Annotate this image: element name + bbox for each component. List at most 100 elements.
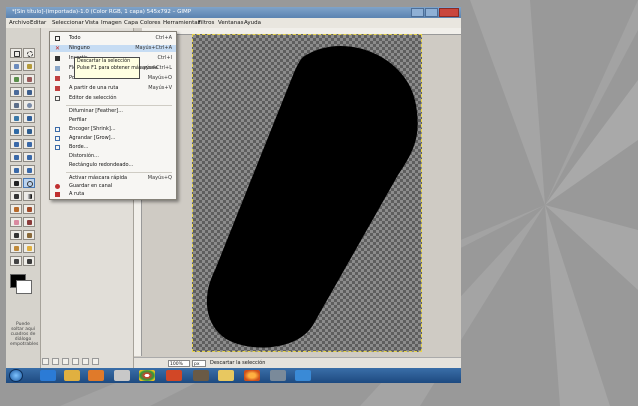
menu-item-todo[interactable]: Todo Ctrl+A [50,35,176,42]
tool-color-select[interactable] [10,74,22,84]
menu-herramientas[interactable]: Herramientas [163,18,200,28]
tool-blur[interactable] [23,256,35,266]
tool-cage[interactable] [23,165,35,175]
menu-item-agrandar[interactable]: Agrandar [Grow]... [50,135,176,142]
unit-select[interactable]: px [192,360,206,367]
tool-pencil[interactable] [10,204,22,214]
tool-flip[interactable] [10,165,22,175]
media-player-icon[interactable] [88,370,104,381]
select-all-icon [55,36,60,41]
tool-measure[interactable] [10,113,22,123]
menu-item-rectangulo-redondeado[interactable]: Rectángulo redondeado... [50,162,176,169]
tool-scale[interactable] [23,139,35,149]
window-titlebar: *[Sin título]-(importada)-1.0 (Color RGB… [6,7,461,18]
menu-item-perfilar[interactable]: Perfilar [50,117,176,124]
zoom-select[interactable]: 100% [168,360,190,367]
menu-vista[interactable]: Vista [85,18,99,28]
tool-bucket-fill[interactable] [10,191,22,201]
tool-fuzzy-select[interactable] [23,61,35,71]
restore-options-icon[interactable] [52,358,59,365]
tooltip-title: Descartar la selección [77,59,131,64]
tool-smudge[interactable] [23,243,35,253]
app-icon[interactable] [114,370,130,381]
gimp-icon[interactable] [193,370,209,381]
tool-free-select[interactable] [10,61,22,71]
background-color-swatch[interactable] [16,280,32,294]
tool-eraser[interactable] [10,217,22,227]
tool-ellipse-select-active[interactable] [23,178,35,188]
menu-imagen[interactable]: Imagen [101,18,122,28]
powerpoint-icon[interactable] [166,370,182,381]
gimp-screenshot: *[Sin título]-(importada)-1.0 (Color RGB… [6,7,461,383]
menu-item-guardar-canal[interactable]: Guardar en canal [50,183,176,190]
menu-tooltip: Descartar la selección Pulse F1 para obt… [74,57,158,79]
menu-capa[interactable]: Capa [124,18,138,28]
firefox-icon[interactable] [244,370,260,381]
window-controls [411,8,459,17]
reset-all-icon[interactable] [82,358,89,365]
menu-seleccionar[interactable]: Seleccionar [52,18,84,28]
menu-item-ninguno[interactable]: ✕ Ninguno Mayús+Ctrl+A [50,45,176,52]
minimize-button[interactable] [411,8,424,17]
tool-align[interactable] [10,126,22,136]
tool-text[interactable] [10,178,22,188]
menu-item-a-partir-de-ruta[interactable]: A partir de una ruta Mayús+V [50,85,176,92]
tool-paths[interactable] [23,87,35,97]
menu-item-mascara-rapida[interactable]: Activar máscara rápida Mayús+Q [50,175,176,182]
window-icon[interactable] [295,370,311,381]
maximize-button[interactable] [425,8,438,17]
chrome-icon[interactable] [139,370,155,381]
path-to-selection-icon [55,86,60,91]
tool-shear[interactable] [10,152,22,162]
close-button[interactable] [439,8,459,17]
windows-taskbar [6,368,461,383]
window-title: *[Sin título]-(importada)-1.0 (Color RGB… [12,9,192,15]
gimp-window-icon[interactable] [270,370,286,381]
menu-item-a-ruta[interactable]: A ruta [50,191,176,198]
save-options-icon[interactable] [42,358,49,365]
select-by-color-icon [55,76,60,81]
ie-icon[interactable] [40,370,56,381]
menu-item-editor-seleccion[interactable]: Editor de selección [50,95,176,102]
menu-editar[interactable]: Editar [30,18,46,28]
tool-airbrush[interactable] [23,217,35,227]
configure-icon[interactable] [92,358,99,365]
tool-rotate[interactable] [10,139,22,149]
tool-crop[interactable] [23,126,35,136]
explorer-icon[interactable] [64,370,80,381]
tool-ellipse-select[interactable] [23,48,35,58]
menu-ventanas[interactable]: Ventanas [218,18,243,28]
float-selection-icon [55,66,60,71]
select-none-icon: ✕ [55,45,61,52]
tool-rect-select[interactable] [10,48,22,58]
tool-paintbrush[interactable] [23,204,35,214]
menu-archivo[interactable]: Archivo [9,18,30,28]
black-rounded-shape [206,45,418,348]
menu-item-distorsion[interactable]: Distorsión... [50,153,176,160]
menu-item-borde[interactable]: Borde... [50,144,176,151]
tool-ink[interactable] [10,230,22,240]
tool-scissors[interactable] [23,74,35,84]
tool-move[interactable] [23,113,35,123]
tool-foreground-select[interactable] [10,87,22,97]
tool-blend[interactable] [23,191,35,201]
reset-options-icon[interactable] [72,358,79,365]
grow-icon [55,136,60,141]
menu-separator [66,172,172,173]
tool-dodge[interactable] [10,256,22,266]
tool-heal[interactable] [10,243,22,253]
tool-perspective[interactable] [23,152,35,162]
menu-ayuda[interactable]: Ayuda [244,18,261,28]
menu-filtros[interactable]: Filtros [198,18,214,28]
start-button[interactable] [9,369,23,382]
tool-clone[interactable] [23,230,35,240]
delete-options-icon[interactable] [62,358,69,365]
tool-color-picker[interactable] [10,100,22,110]
menu-colores[interactable]: Colores [140,18,161,28]
folder-icon[interactable] [218,370,234,381]
menu-item-difuminar[interactable]: Difuminar [Feather]... [50,108,176,115]
image-canvas[interactable] [192,34,422,352]
selection-editor-icon [55,96,60,101]
tool-zoom[interactable] [23,100,35,110]
menu-item-encoger[interactable]: Encoger [Shrink]... [50,126,176,133]
